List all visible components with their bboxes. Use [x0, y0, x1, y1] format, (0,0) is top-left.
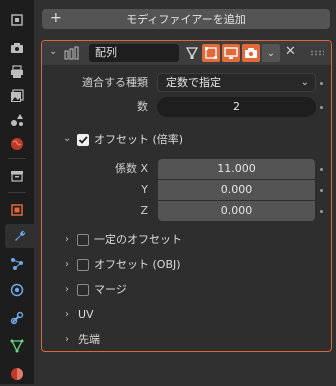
tool-icon [11, 14, 23, 26]
keyframe-dot-icon[interactable] [320, 106, 323, 109]
object-offset-label: オフセット (OBJ) [94, 258, 181, 271]
drag-handle-icon[interactable] [310, 50, 324, 56]
factor-y-label: Y [141, 183, 148, 196]
chevron-right-icon[interactable]: › [65, 234, 69, 245]
data-tab[interactable] [5, 334, 29, 358]
relative-offset-label: オフセット (倍率) [94, 133, 184, 146]
output-tab[interactable] [5, 60, 29, 84]
fit-type-value: 定数で指定 [166, 76, 221, 89]
merge-checkbox[interactable] [77, 284, 89, 296]
fit-type-dropdown[interactable]: 定数で指定 ⌄ [157, 73, 316, 92]
chevron-right-icon[interactable]: › [65, 259, 69, 270]
chevron-down-icon: ⌄ [266, 47, 276, 59]
collection-tab[interactable] [5, 164, 29, 188]
properties-tab-bar [0, 0, 34, 384]
tab-separator [8, 158, 26, 159]
view-layer-tab[interactable] [5, 84, 29, 108]
keyframe-dot-icon[interactable] [320, 210, 323, 213]
relative-offset-checkbox[interactable] [77, 134, 89, 146]
constraint-icon [10, 311, 24, 325]
tab-separator [8, 192, 26, 193]
keyframe-dot-icon[interactable] [320, 82, 323, 85]
physics-tab[interactable] [5, 278, 29, 302]
offset-y-field[interactable]: 0.000 [158, 180, 315, 200]
caps-section-label[interactable]: 先端 [78, 333, 100, 347]
tool-tab[interactable] [5, 8, 29, 32]
mesh-data-icon [10, 339, 24, 353]
edit-mode-icon [205, 47, 217, 59]
count-field[interactable]: 2 [157, 97, 316, 117]
material-icon [11, 368, 23, 380]
add-modifier-label: モディファイアーを追加 [126, 13, 246, 26]
constant-offset-checkbox[interactable] [77, 234, 89, 246]
wrench-icon [14, 230, 25, 241]
relative-offset-chevron-icon[interactable]: ⌄ [63, 133, 71, 144]
printer-icon [11, 65, 23, 78]
count-label: 数 [137, 100, 148, 113]
camera-back-icon [11, 43, 23, 53]
material-tab[interactable] [5, 362, 29, 386]
constraints-tab[interactable] [5, 306, 29, 330]
chevron-right-icon[interactable]: › [65, 334, 69, 345]
object-icon [11, 204, 23, 216]
monitor-icon [224, 47, 238, 59]
merge-label: マージ [94, 283, 127, 296]
close-icon[interactable]: ✕ [285, 44, 296, 59]
offset-z-field[interactable]: 0.000 [158, 201, 315, 221]
array-modifier-icon [64, 46, 79, 60]
offset-x-field[interactable]: 11.000 [158, 159, 315, 179]
modifier-menu-dropdown[interactable]: ⌄ [262, 44, 280, 62]
object-offset-checkbox[interactable] [77, 259, 89, 271]
factor-x-label: 係数 X [114, 162, 148, 175]
particles-tab[interactable] [5, 252, 29, 276]
checkmark-icon [78, 136, 88, 144]
fit-type-label: 適合する種類 [82, 76, 148, 89]
physics-icon [10, 283, 24, 297]
keyframe-dot-icon[interactable] [320, 189, 323, 192]
relative-offset-vector: 11.000 0.000 0.000 [158, 159, 315, 221]
scene-tab[interactable] [5, 108, 29, 132]
collection-icon [11, 171, 23, 182]
constant-offset-label: 一定のオフセット [94, 233, 182, 246]
keyframe-dot-icon[interactable] [320, 168, 323, 171]
camera-icon [245, 48, 257, 58]
factor-z-label: Z [140, 204, 148, 217]
object-tab[interactable] [5, 198, 29, 222]
chevron-right-icon[interactable]: › [65, 309, 69, 320]
modifier-header: ⌄ 配列 ⌄ ✕ [42, 41, 331, 65]
properties-content: + モディファイアーを追加 ⌄ 配列 ⌄ ✕ 適合する種類 定数で指定 ⌄ 数 … [34, 0, 336, 384]
collapse-chevron-icon[interactable]: ⌄ [49, 46, 57, 57]
plus-icon: + [50, 10, 62, 26]
chevron-right-icon[interactable]: › [65, 284, 69, 295]
world-tab[interactable] [5, 132, 29, 156]
array-modifier-panel: ⌄ 配列 ⌄ ✕ 適合する種類 定数で指定 ⌄ 数 2 ⌄ オフセット (倍率)… [41, 40, 332, 352]
edit-mode-cage-button[interactable] [183, 44, 201, 62]
particles-icon [11, 258, 23, 270]
images-icon [11, 89, 24, 102]
uv-section-label[interactable]: UV [78, 308, 94, 322]
edit-mode-button[interactable] [202, 44, 220, 62]
chevron-down-icon: ⌄ [300, 77, 309, 88]
add-modifier-button[interactable]: + モディファイアーを追加 [42, 9, 330, 29]
modifier-name-field[interactable]: 配列 [89, 44, 179, 62]
modifier-tab[interactable] [5, 224, 34, 248]
vertex-triangle-icon [185, 47, 199, 59]
render-tab[interactable] [5, 36, 29, 60]
world-icon [11, 138, 23, 150]
viewport-display-button[interactable] [222, 44, 240, 62]
render-toggle-button[interactable] [242, 44, 260, 62]
scene-icon [11, 114, 23, 126]
